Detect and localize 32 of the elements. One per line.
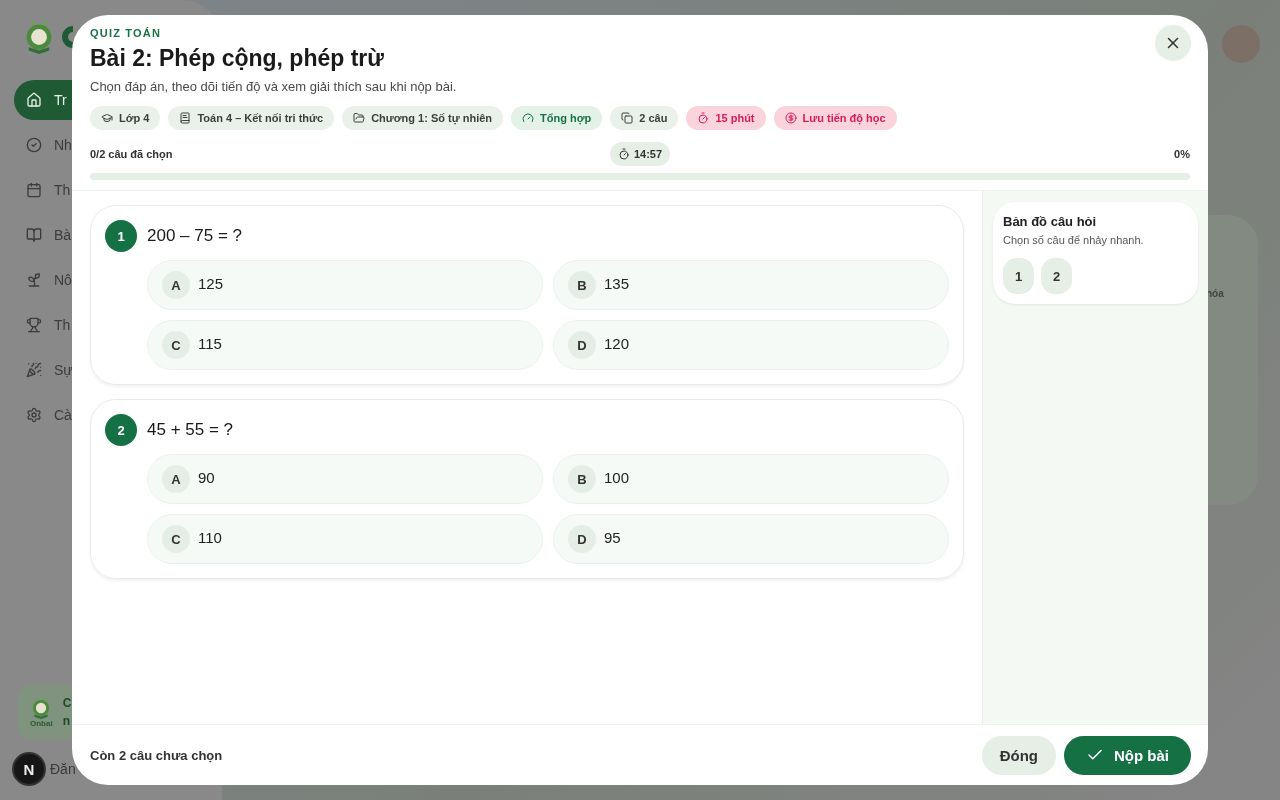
- progress-percent: 0%: [1173, 148, 1190, 160]
- nav-label: Bà: [54, 227, 72, 243]
- nav-label: Cà: [54, 407, 72, 423]
- quiz-title: Bài 2: Phép cộng, phép trừ: [90, 45, 385, 72]
- promo-subtitle: n: [62, 714, 71, 728]
- promo-title: C: [62, 696, 72, 710]
- chip-label: 15 phút: [715, 112, 755, 124]
- chip-label: Toán 4 – Kết nối tri thức: [197, 112, 324, 124]
- answered-count: 0/2 câu đã chọn: [90, 148, 174, 160]
- quiz-eyebrow: QUIZ TOÁN: [90, 27, 163, 39]
- question-number: 1: [105, 220, 137, 252]
- nav-label: Nô: [54, 272, 72, 288]
- map-hint: Chọn số câu để nhảy nhanh.: [1003, 234, 1145, 246]
- nav-label: Nh: [54, 137, 72, 153]
- logo-text: Onbai: [30, 718, 53, 728]
- remaining-status: Còn 2 câu chưa chọn: [90, 747, 223, 763]
- timer-text: 14:57: [633, 148, 663, 160]
- chip-label: Lớp 4: [119, 112, 150, 124]
- chip-label: Chương 1: Số tự nhiên: [371, 112, 493, 124]
- nav-label: Th: [54, 317, 71, 333]
- nav-label: Tr: [54, 92, 67, 108]
- question-number: 2: [105, 414, 137, 446]
- chip-label: Tổng hợp: [540, 112, 592, 124]
- question-text: 200 – 75 = ?: [147, 226, 242, 246]
- nav-label: Th: [54, 182, 71, 198]
- nav-label: Sự: [54, 362, 73, 378]
- question-text: 45 + 55 = ?: [147, 420, 234, 440]
- quiz-subtitle: Chọn đáp án, theo dõi tiến độ và xem giải thích sau khi nộp bài.: [90, 79, 458, 94]
- map-title: Bản đồ câu hỏi: [1003, 214, 1098, 229]
- chip-label: 2 câu: [639, 112, 668, 124]
- chip-label: Lưu tiến độ học: [802, 112, 886, 124]
- user-label: Đăn: [50, 761, 76, 777]
